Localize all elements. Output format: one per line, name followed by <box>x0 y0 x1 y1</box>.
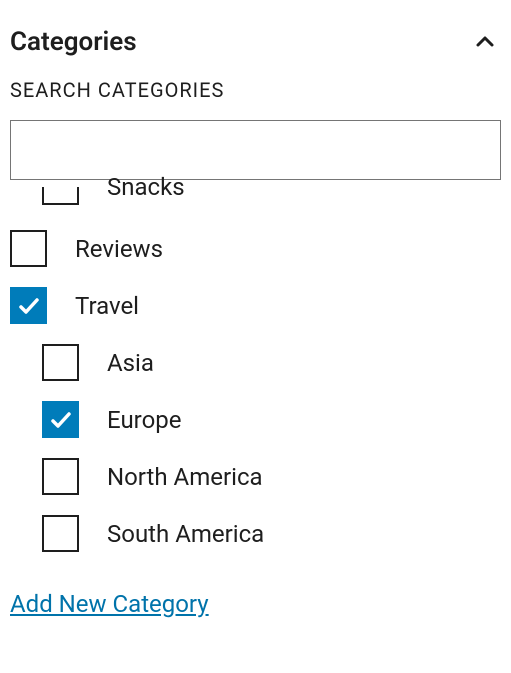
categories-panel-header[interactable]: Categories <box>10 10 501 78</box>
category-label: North America <box>107 463 263 491</box>
category-label: Snacks <box>107 173 185 201</box>
category-item-reviews[interactable]: Reviews <box>10 220 501 277</box>
category-label: Travel <box>75 292 139 320</box>
search-categories-input[interactable] <box>10 120 501 180</box>
checkbox-europe[interactable] <box>42 401 79 438</box>
checkbox-snacks[interactable] <box>42 187 79 205</box>
category-item-asia[interactable]: Asia <box>10 334 501 391</box>
category-item-north-america[interactable]: North America <box>10 448 501 505</box>
checkbox-reviews[interactable] <box>10 230 47 267</box>
category-label: Europe <box>107 406 181 434</box>
category-item-travel[interactable]: Travel <box>10 277 501 334</box>
checkbox-asia[interactable] <box>42 344 79 381</box>
checkbox-south-america[interactable] <box>42 515 79 552</box>
category-item-south-america[interactable]: South America <box>10 505 501 562</box>
category-item-snacks[interactable]: Snacks <box>10 172 501 220</box>
category-label: Reviews <box>75 235 163 263</box>
checkbox-north-america[interactable] <box>42 458 79 495</box>
checkbox-travel[interactable] <box>10 287 47 324</box>
search-categories-label: SEARCH CATEGORIES <box>10 78 501 102</box>
chevron-up-icon <box>469 26 501 58</box>
category-item-europe[interactable]: Europe <box>10 391 501 448</box>
category-label: South America <box>107 520 264 548</box>
panel-title: Categories <box>10 27 137 57</box>
add-new-category-link[interactable]: Add New Category <box>10 590 209 618</box>
category-label: Asia <box>107 349 154 377</box>
category-list: Snacks Reviews Travel Asia Europe North … <box>10 172 501 562</box>
